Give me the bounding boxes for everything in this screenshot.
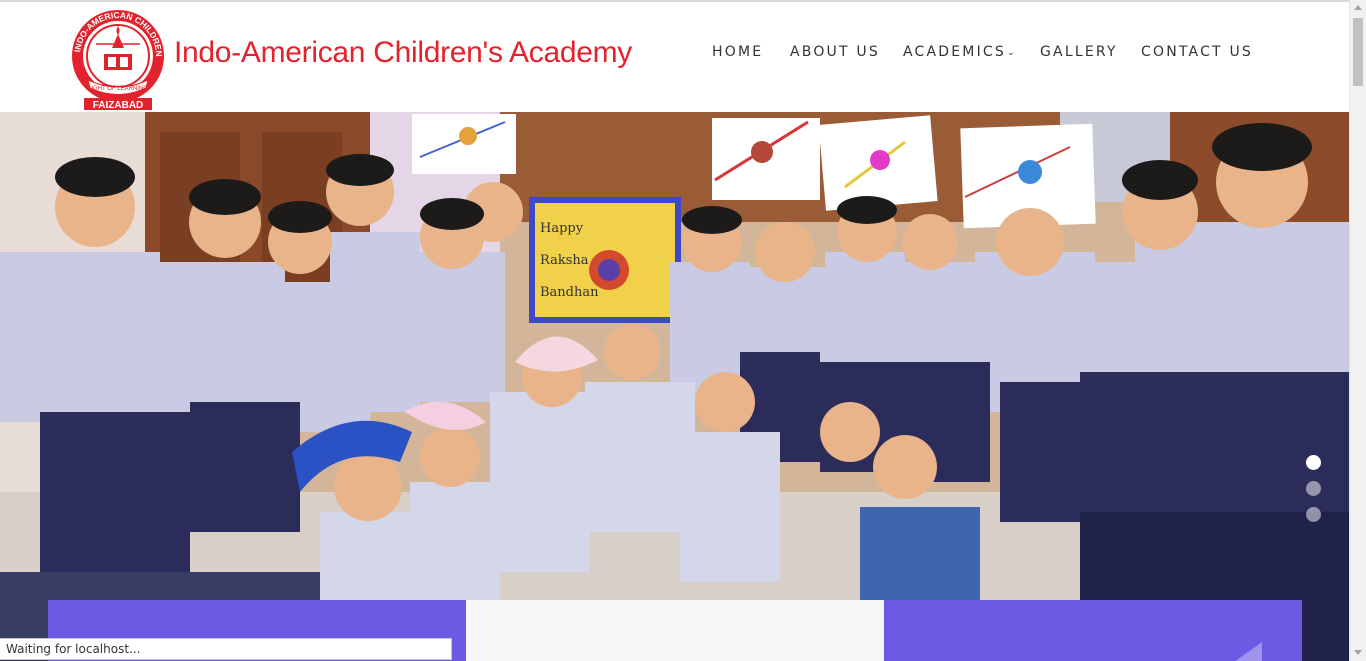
feature-box-2[interactable] (466, 600, 884, 661)
chevron-down-icon: ⌄ (1006, 48, 1015, 58)
site-title[interactable]: Indo-American Children's Academy (174, 36, 632, 70)
decor-shape (1234, 642, 1262, 661)
slider-dot-1[interactable] (1306, 455, 1321, 470)
poster-line-3: Bandhan (540, 285, 599, 300)
slider-dot-3[interactable] (1306, 507, 1321, 522)
browser-status-bar: Waiting for localhost... (0, 638, 452, 660)
poster-line-2: Raksha (540, 253, 589, 268)
status-text: Waiting for localhost... (6, 642, 141, 656)
feature-box-3[interactable] (884, 600, 1302, 661)
page-scrollbar[interactable] (1349, 0, 1366, 661)
nav-contact-us-label: CONTACT US (1141, 44, 1253, 60)
school-crest-logo[interactable]: INDO-AMERICAN CHILDREN'S ACADEMY LIGHT O… (62, 0, 170, 112)
site-header: INDO-AMERICAN CHILDREN'S ACADEMY LIGHT O… (0, 0, 1349, 112)
scroll-up-arrow-icon[interactable] (1354, 5, 1362, 10)
nav-home[interactable]: HOME (712, 44, 763, 60)
slider-dot-2[interactable] (1306, 481, 1321, 496)
nav-home-label: HOME (712, 44, 764, 60)
logo-city: FAIZABAD (93, 100, 144, 111)
hero-photo: Happy Raksha Bandhan (0, 112, 1349, 661)
nav-about-us-label: ABOUT US (790, 44, 880, 60)
scroll-down-arrow-icon[interactable] (1354, 650, 1362, 655)
nav-contact-us[interactable]: CONTACT US (1141, 44, 1253, 60)
nav-gallery-label: GALLERY (1040, 44, 1118, 60)
nav-gallery[interactable]: GALLERY (1040, 44, 1118, 60)
scroll-thumb[interactable] (1353, 18, 1363, 86)
hero-slider[interactable]: Happy Raksha Bandhan (0, 112, 1349, 661)
slider-dots (1306, 455, 1322, 533)
nav-academics[interactable]: ACADEMICS⌄ (903, 44, 1015, 60)
poster-line-1: Happy (540, 221, 584, 236)
nav-academics-label: ACADEMICS (903, 44, 1006, 60)
nav-about-us[interactable]: ABOUT US (790, 44, 880, 60)
logo-motto: LIGHT OF LEARNING (88, 86, 148, 92)
